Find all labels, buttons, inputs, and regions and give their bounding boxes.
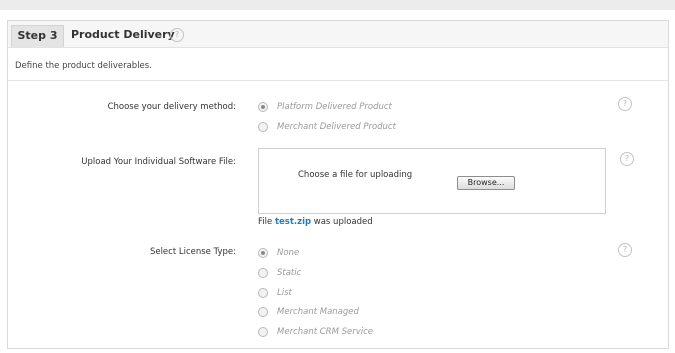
divider [8,80,668,81]
license-help-icon[interactable]: ? [618,243,632,257]
radio-button[interactable] [258,268,268,278]
upload-status-suffix: was uploaded [313,217,373,227]
panel-title: Product Delivery [71,28,175,41]
radio-label: Static [277,268,302,278]
delivery-help-icon[interactable]: ? [618,97,632,111]
radio-license-list[interactable]: List [258,286,292,300]
upload-prompt: Choose a file for uploading [298,170,413,180]
radio-license-none[interactable]: None [258,246,299,260]
radio-license-merchant-managed[interactable]: Merchant Managed [258,305,359,319]
radio-button[interactable] [258,102,268,112]
radio-button[interactable] [258,288,268,298]
radio-label: None [277,248,300,258]
radio-button[interactable] [258,122,268,132]
radio-license-merchant-crm[interactable]: Merchant CRM Service [258,325,373,339]
radio-button[interactable] [258,307,268,317]
radio-button[interactable] [258,248,268,258]
browse-button[interactable]: Browse... [457,176,515,190]
radio-merchant-delivered[interactable]: Merchant Delivered Product [258,120,396,134]
upload-file-label: Upload Your Individual Software File: [81,157,236,167]
license-type-label: Select License Type: [149,247,236,257]
radio-label: Merchant CRM Service [277,327,374,337]
step-description: Define the product deliverables. [15,61,152,71]
step-tab: Step 3 [11,25,64,47]
upload-status: File test.zip was uploaded [258,217,373,227]
header-help-icon[interactable]: ? [170,28,184,42]
top-bar [0,0,675,10]
upload-box: Choose a file for uploading Browse... [258,148,606,214]
radio-label: List [277,288,292,298]
delivery-method-label: Choose your delivery method: [107,102,236,112]
radio-license-static[interactable]: Static [258,266,301,280]
uploaded-filename[interactable]: test.zip [275,217,311,227]
radio-button[interactable] [258,327,268,337]
product-delivery-panel: Step 3 Product Delivery ? Define the pro… [7,20,669,349]
radio-label: Merchant Managed [277,307,359,317]
upload-status-prefix: File [258,217,273,227]
panel-header: Step 3 Product Delivery ? [8,21,668,48]
radio-platform-delivered[interactable]: Platform Delivered Product [258,100,392,114]
upload-help-icon[interactable]: ? [620,152,634,166]
radio-label: Platform Delivered Product [277,102,392,112]
radio-label: Merchant Delivered Product [277,122,396,132]
